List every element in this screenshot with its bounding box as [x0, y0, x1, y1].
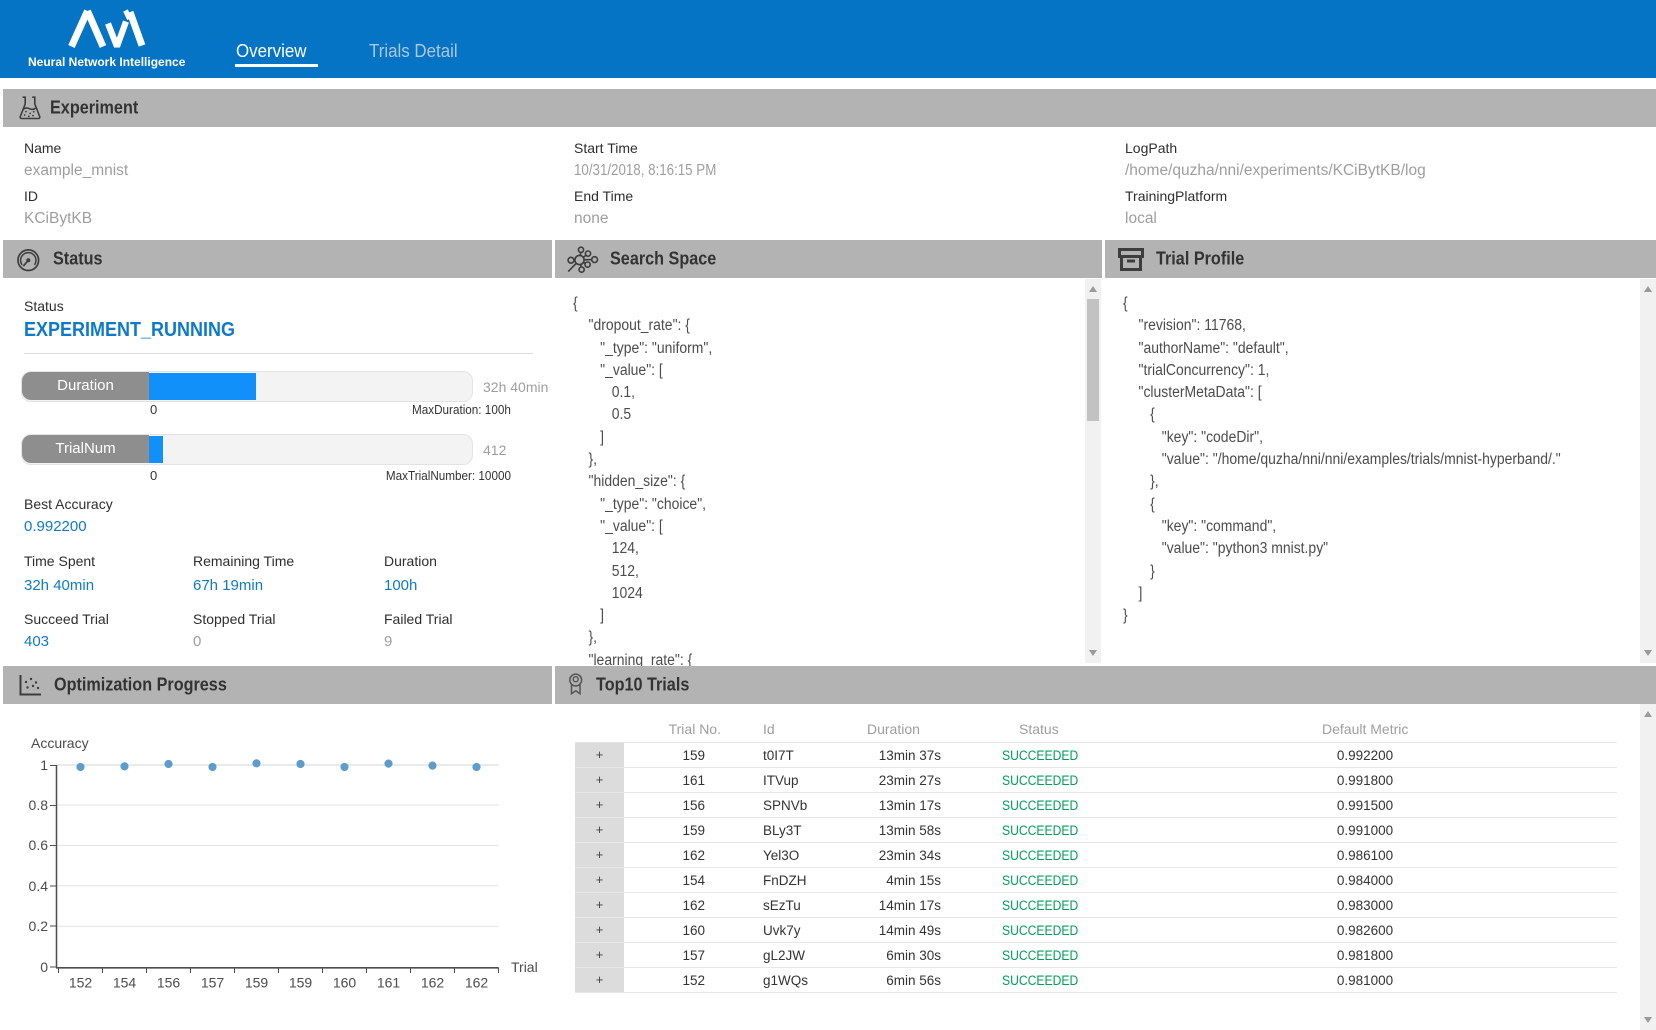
svg-text:0.6: 0.6: [29, 837, 49, 853]
svg-text:162: 162: [421, 975, 445, 991]
svg-text:152: 152: [69, 975, 93, 991]
svg-text:0.8: 0.8: [29, 797, 49, 813]
svg-text:0.2: 0.2: [29, 918, 49, 934]
svg-text:161: 161: [377, 975, 401, 991]
svg-text:157: 157: [201, 975, 225, 991]
svg-text:0.4: 0.4: [29, 878, 49, 894]
svg-text:159: 159: [289, 975, 313, 991]
svg-text:156: 156: [157, 975, 181, 991]
svg-text:Trial: Trial: [511, 959, 538, 975]
svg-text:160: 160: [333, 975, 357, 991]
svg-text:1: 1: [40, 757, 48, 773]
svg-text:159: 159: [245, 975, 269, 991]
svg-text:Accuracy: Accuracy: [31, 735, 89, 751]
svg-text:0: 0: [40, 959, 48, 975]
svg-text:162: 162: [465, 975, 489, 991]
svg-text:154: 154: [113, 975, 137, 991]
